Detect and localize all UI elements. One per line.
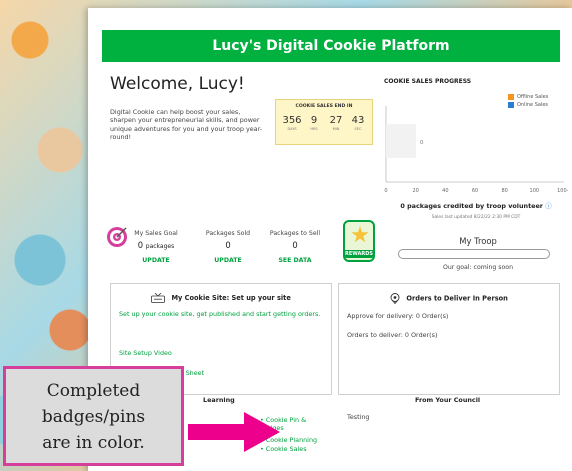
stat-sales-goal-value: 0 packages	[124, 240, 188, 250]
see-data-link[interactable]: SEE DATA	[263, 257, 327, 264]
council-title: From Your Council	[415, 396, 481, 404]
chart-x-tick-label: 100+	[557, 188, 568, 194]
orders-to-deliver-text: Orders to deliver: 0 Order(s)	[347, 331, 438, 339]
chart-x-tick-label: 0	[384, 188, 387, 194]
callout-line-1: Completed	[46, 381, 141, 401]
troop-progress-bar	[398, 249, 550, 259]
countdown-days-value: 356	[282, 115, 302, 126]
countdown-title: COOKIE SALES END IN	[295, 104, 353, 109]
legend-item-offline: Offline Sales	[508, 94, 548, 100]
credited-packages-text: 0 packages credited by troop volunteer ⓘ	[386, 201, 566, 210]
update-sold-link[interactable]: UPDATE	[196, 257, 260, 264]
star-icon	[351, 226, 369, 243]
stat-packages-to-sell-value: 0	[292, 240, 298, 250]
info-icon[interactable]: ⓘ	[545, 202, 551, 210]
location-pin-icon	[390, 293, 400, 304]
troop-title: My Troop	[459, 236, 497, 246]
countdown-days: 356 DAYS	[282, 115, 302, 131]
stat-packages-to-sell: Packages to Sell 0 SEE DATA	[263, 230, 327, 264]
legend-swatch-offline	[508, 94, 514, 100]
sales-updated-text: Sales last updated 8/22/22 2:30 PM CDT	[431, 215, 521, 220]
annotation-arrow-icon	[188, 412, 280, 452]
stat-packages-sold: Packages Sold 0 UPDATE	[196, 230, 260, 264]
chart-x-tick-label: 20	[412, 188, 418, 194]
chart-x-tick-label: 40	[442, 188, 448, 194]
platform-title: Lucy's Digital Cookie Platform	[212, 38, 450, 54]
callout-line-3: are in color.	[42, 433, 145, 453]
closed-sign-icon	[151, 293, 166, 303]
setup-site-link[interactable]: Set up your cookie site, get published a…	[119, 310, 325, 319]
sales-progress-chart: 0 0 20 40 60 80 100 100+	[384, 106, 568, 194]
stat-sales-goal: My Sales Goal 0 packages UPDATE	[124, 230, 188, 264]
stat-packages-sold-value: 0	[225, 240, 231, 250]
learning-title: Learning	[203, 396, 235, 404]
cookie-site-title-text: My Cookie Site: Set up your site	[171, 294, 291, 302]
cookie-site-title: My Cookie Site: Set up your site	[111, 293, 331, 303]
credited-packages-label: 0 packages credited by troop volunteer	[400, 202, 543, 210]
chart-x-tick-label: 100	[530, 188, 540, 194]
countdown-seconds-label: SEC	[354, 127, 362, 131]
orders-card: Orders to Deliver In Person Approve for …	[338, 283, 560, 395]
rewards-badge[interactable]: REWARDS	[343, 220, 375, 262]
stat-sales-goal-label: My Sales Goal	[134, 230, 178, 237]
sales-countdown: COOKIE SALES END IN 356 DAYS 9 HRS 27 MI…	[275, 99, 373, 145]
setup-video-link[interactable]: Site Setup Video	[119, 349, 172, 358]
welcome-description: Digital Cookie can help boost your sales…	[110, 108, 263, 142]
countdown-minutes-value: 27	[329, 115, 343, 126]
countdown-hours-label: HRS	[310, 127, 318, 131]
troop-goal-text: Our goal: coming soon	[442, 264, 514, 271]
countdown-minutes: 27 MIN	[326, 115, 346, 131]
sales-goal-number: 0	[137, 240, 144, 250]
countdown-hours-value: 9	[310, 115, 318, 126]
council-text: Testing	[347, 413, 370, 421]
callout-line-2: badges/pins	[41, 407, 146, 427]
countdown-days-label: DAYS	[287, 127, 297, 131]
platform-banner: Lucy's Digital Cookie Platform	[102, 30, 560, 62]
chart-x-tick-label: 80	[501, 188, 507, 194]
update-goal-link[interactable]: UPDATE	[124, 257, 188, 264]
chart-x-tick-label: 60	[472, 188, 478, 194]
chart-bar-track	[386, 124, 416, 158]
welcome-heading: Welcome, Lucy!	[110, 74, 245, 94]
sales-goal-unit: packages	[145, 243, 175, 250]
orders-title: Orders to Deliver In Person	[339, 293, 559, 304]
countdown-minutes-label: MIN	[332, 127, 340, 131]
chart-value-label: 0	[420, 140, 424, 146]
orders-title-text: Orders to Deliver In Person	[406, 294, 508, 303]
stat-packages-to-sell-label: Packages to Sell	[269, 230, 321, 237]
countdown-hours: 9 HRS	[304, 115, 324, 131]
stat-packages-sold-label: Packages Sold	[205, 230, 251, 237]
rewards-label: REWARDS	[345, 250, 374, 258]
legend-label-offline: Offline Sales	[517, 94, 549, 100]
countdown-seconds-value: 43	[351, 115, 365, 126]
chart-title: COOKIE SALES PROGRESS	[384, 78, 472, 85]
approve-delivery-text: Approve for delivery: 0 Order(s)	[347, 312, 449, 320]
annotation-callout: Completed badges/pins are in color.	[3, 366, 184, 466]
countdown-seconds: 43 SEC	[348, 115, 368, 131]
